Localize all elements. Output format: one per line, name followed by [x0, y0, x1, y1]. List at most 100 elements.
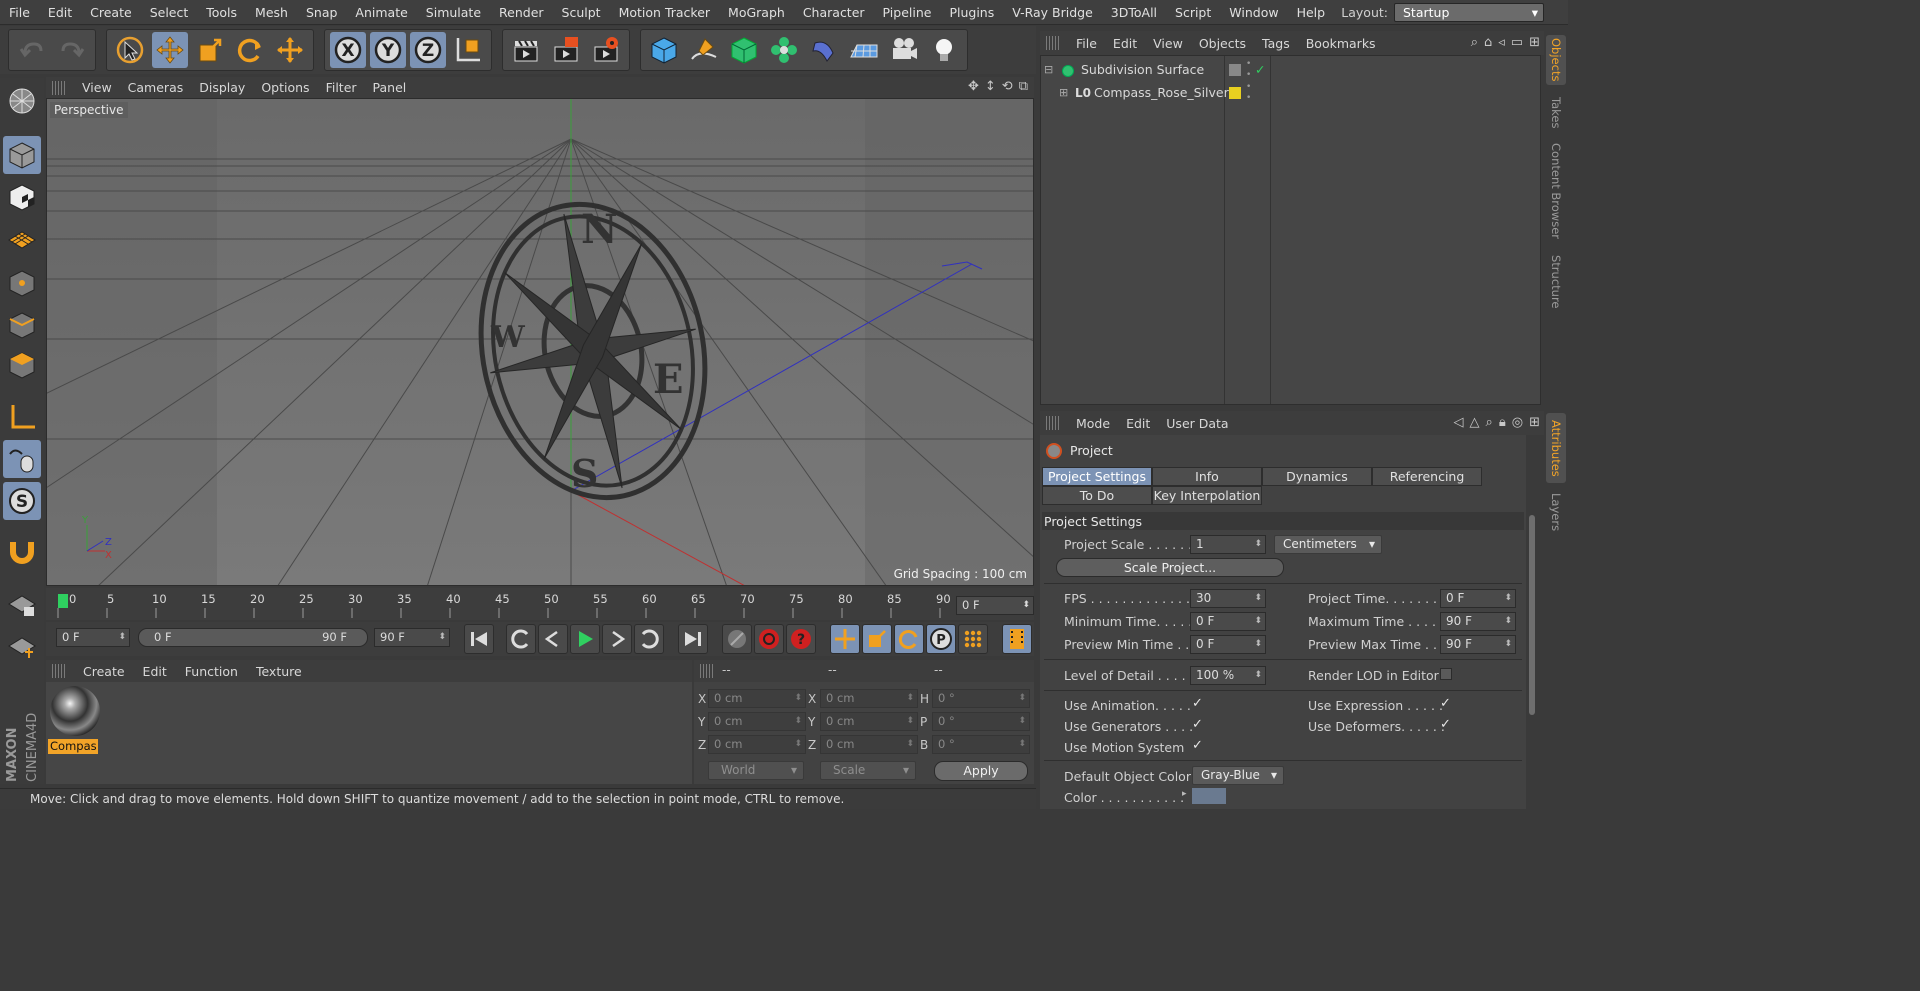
spinner-icon[interactable]: ⬍: [1254, 536, 1262, 553]
next-key-button[interactable]: [634, 624, 664, 654]
tab-referencing[interactable]: Referencing: [1372, 467, 1482, 486]
previous-frame-button[interactable]: [538, 624, 568, 654]
locked-workplane-button[interactable]: [3, 584, 41, 622]
viewport-menu-options[interactable]: Options: [253, 80, 317, 95]
record-active-objects-button[interactable]: [722, 624, 752, 654]
spinner-icon[interactable]: ⬍: [1504, 613, 1512, 630]
object-row-compass-rose[interactable]: ⊞ L0 Compass_Rose_Silver • •: [1041, 82, 1541, 104]
light-button[interactable]: [926, 32, 962, 68]
render-settings-button[interactable]: [588, 32, 624, 68]
objects-menu-file[interactable]: File: [1068, 36, 1105, 51]
polygons-mode-button[interactable]: [3, 346, 41, 384]
current-frame-field[interactable]: 0 F ⬍: [956, 596, 1034, 615]
menu-create[interactable]: Create: [81, 0, 141, 25]
edges-mode-button[interactable]: [3, 306, 41, 344]
size-x-field[interactable]: 0 cm ⬍: [820, 689, 918, 708]
spinner-icon[interactable]: ⬍: [1504, 636, 1512, 653]
undo-button[interactable]: [14, 32, 50, 68]
rotate-tool-button[interactable]: [232, 32, 268, 68]
parameter-key-button[interactable]: P: [926, 624, 956, 654]
spinner-icon[interactable]: ⬍: [1254, 590, 1262, 607]
panel-grip-icon[interactable]: [1046, 416, 1060, 430]
render-to-picture-viewer-button[interactable]: [548, 32, 584, 68]
objects-menu-objects[interactable]: Objects: [1191, 36, 1254, 51]
rotate-view-icon[interactable]: ⟲: [1002, 79, 1013, 94]
objects-menu-edit[interactable]: Edit: [1105, 36, 1145, 51]
size-mode-select[interactable]: Scale ▾: [820, 761, 916, 780]
layer-swatch[interactable]: [1229, 64, 1241, 76]
back-icon[interactable]: ◃: [1498, 35, 1505, 50]
position-z-field[interactable]: 0 cm ⬍: [708, 735, 806, 754]
attributes-menu-user-data[interactable]: User Data: [1158, 416, 1236, 431]
planar-workplane-button[interactable]: [3, 626, 41, 664]
project-scale-unit-select[interactable]: Centimeters ▾: [1274, 535, 1382, 554]
search-icon[interactable]: ⌕: [1486, 415, 1493, 430]
spinner-icon[interactable]: ⬍: [438, 629, 446, 646]
maximize-view-icon[interactable]: ⧉: [1019, 79, 1028, 94]
object-name[interactable]: Subdivision Surface: [1081, 59, 1204, 81]
object-name[interactable]: Compass_Rose_Silver: [1094, 82, 1229, 104]
object-row-subdivision-surface[interactable]: ⊟ Subdivision Surface • • ✓: [1041, 59, 1541, 81]
move-tool-button[interactable]: [152, 32, 188, 68]
material-name[interactable]: Compas: [48, 739, 98, 754]
timeline-window-button[interactable]: [1002, 624, 1032, 654]
menu-snap[interactable]: Snap: [297, 0, 346, 25]
go-to-start-button[interactable]: [464, 624, 494, 654]
side-tab-takes[interactable]: Takes: [1546, 93, 1566, 133]
floor-button[interactable]: [846, 32, 882, 68]
attribute-scrollbar[interactable]: [1527, 515, 1537, 809]
coordinate-system-button[interactable]: [450, 32, 486, 68]
magnet-button[interactable]: [3, 532, 41, 570]
side-tab-attributes[interactable]: Attributes: [1546, 413, 1566, 483]
previous-key-button[interactable]: [506, 624, 536, 654]
spinner-icon[interactable]: ⬍: [794, 736, 802, 753]
viewport-menu-cameras[interactable]: Cameras: [120, 80, 192, 95]
pen-spline-button[interactable]: [686, 32, 722, 68]
menu-mesh[interactable]: Mesh: [246, 0, 297, 25]
viewport-menu-filter[interactable]: Filter: [318, 80, 365, 95]
layout-select[interactable]: Startup ▾: [1394, 3, 1544, 22]
menu-simulate[interactable]: Simulate: [417, 0, 490, 25]
menu-tools[interactable]: Tools: [197, 0, 246, 25]
spinner-icon[interactable]: ⬍: [1022, 597, 1030, 614]
texture-mode-button[interactable]: [3, 178, 41, 216]
tab-project-settings[interactable]: Project Settings: [1042, 467, 1152, 486]
redo-button[interactable]: [54, 32, 90, 68]
new-panel-icon[interactable]: ⊞: [1529, 415, 1540, 430]
min-frame-field[interactable]: 0 F ⬍: [56, 628, 130, 647]
use-expression-checkbox[interactable]: ✓: [1440, 696, 1451, 711]
objects-menu-bookmarks[interactable]: Bookmarks: [1298, 36, 1384, 51]
pan-view-icon[interactable]: ✥: [968, 79, 979, 94]
attributes-menu-mode[interactable]: Mode: [1068, 416, 1118, 431]
spinner-icon[interactable]: ⬍: [794, 713, 802, 730]
rotation-key-button[interactable]: [894, 624, 924, 654]
spinner-icon[interactable]: ⬍: [1504, 590, 1512, 607]
preview-range-slider[interactable]: 0 F 90 F: [138, 628, 368, 647]
tab-dynamics[interactable]: Dynamics: [1262, 467, 1372, 486]
spinner-icon[interactable]: ⬍: [1018, 690, 1026, 707]
side-tab-layers[interactable]: Layers: [1546, 489, 1566, 535]
project-scale-field[interactable]: 1 ⬍: [1190, 535, 1266, 554]
camera-button[interactable]: [886, 32, 922, 68]
max-frame-field[interactable]: 90 F ⬍: [374, 628, 450, 647]
timeline-ruler[interactable]: 0 5 10 15 20 25 30 35 40 45 50 55 60 65 …: [46, 588, 1034, 620]
position-y-field[interactable]: 0 cm ⬍: [708, 712, 806, 731]
viewport-menu-panel[interactable]: Panel: [365, 80, 415, 95]
menu-render[interactable]: Render: [490, 0, 553, 25]
menu-pipeline[interactable]: Pipeline: [874, 0, 941, 25]
color-swatch[interactable]: [1192, 788, 1226, 804]
material-menu-create[interactable]: Create: [74, 664, 134, 679]
use-animation-checkbox[interactable]: ✓: [1192, 696, 1203, 711]
menu-file[interactable]: File: [0, 0, 39, 25]
maximum-time-field[interactable]: 90 F ⬍: [1440, 612, 1516, 631]
render-lod-checkbox[interactable]: [1440, 668, 1452, 680]
project-time-field[interactable]: 0 F ⬍: [1440, 589, 1516, 608]
spinner-icon[interactable]: ⬍: [118, 629, 126, 646]
preview-min-time-field[interactable]: 0 F ⬍: [1190, 635, 1266, 654]
model-mode-button[interactable]: [3, 136, 41, 174]
objects-menu-tags[interactable]: Tags: [1254, 36, 1298, 51]
home-icon[interactable]: ⌂: [1484, 35, 1492, 50]
preview-max-time-field[interactable]: 90 F ⬍: [1440, 635, 1516, 654]
menu-select[interactable]: Select: [141, 0, 198, 25]
x-axis-lock-button[interactable]: X: [330, 32, 366, 68]
